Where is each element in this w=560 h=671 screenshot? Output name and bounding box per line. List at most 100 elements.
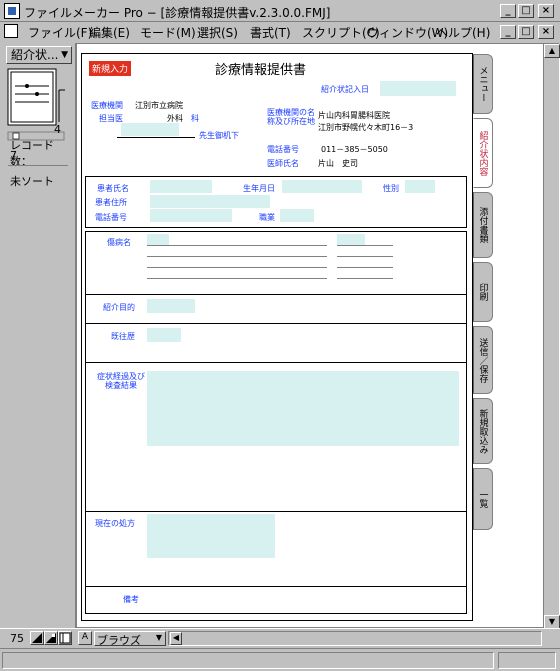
patient-phone-field[interactable] — [150, 209, 232, 222]
section-divider — [85, 323, 467, 324]
birthdate-field[interactable] — [282, 180, 362, 193]
title-bar: ファイルメーカー Pro − [診療情報提供書v.2.3.0.0.FMJ] _ … — [0, 0, 560, 22]
zoom-in-icon[interactable] — [44, 631, 58, 645]
patient-name-label: 患者氏名 — [97, 184, 129, 193]
disease-status-line-4 — [337, 278, 393, 279]
minimize-button[interactable]: _ — [500, 4, 516, 18]
sex-field[interactable] — [405, 180, 435, 193]
doctor-name-value[interactable]: 片山 史司 — [318, 158, 358, 169]
record-count: 7 — [10, 149, 17, 162]
institution-value[interactable]: 江別市立病院 — [135, 100, 183, 111]
disease-line-4 — [147, 278, 327, 279]
tab-send-save[interactable]: 送信／保存 — [473, 326, 493, 394]
mode-dropdown-label: ブラウズ — [97, 634, 141, 647]
department-suffix: 科 — [191, 114, 199, 123]
menu-help[interactable]: ヘルプ(H) — [436, 24, 490, 41]
sender-address[interactable]: 江別市野幌代々木町16－3 — [318, 122, 413, 133]
sender-name[interactable]: 片山内科胃腸科医院 — [318, 110, 390, 121]
doc-minimize-button[interactable]: _ — [500, 25, 516, 39]
tab-print[interactable]: 印刷 — [473, 262, 493, 322]
document-icon[interactable] — [4, 24, 18, 38]
menu-select[interactable]: 選択(S) — [197, 24, 238, 41]
patient-name-field[interactable] — [150, 180, 212, 193]
maximize-button[interactable]: □ — [518, 4, 534, 18]
disease-status-line-2 — [337, 256, 393, 257]
menu-file[interactable]: ファイル(F) — [28, 24, 92, 41]
doctor-name-label: 医師氏名 — [267, 159, 299, 168]
chevron-down-icon: ▼ — [61, 50, 68, 60]
new-entry-badge[interactable]: 新規入力 — [89, 61, 132, 76]
prescription-field[interactable] — [147, 514, 275, 558]
disease-line-2 — [147, 256, 327, 257]
tab-import-new[interactable]: 新規取込み — [473, 398, 493, 464]
occupation-label: 職業 — [259, 213, 275, 222]
status-bar: 75 A ブラウズ ▼ ◀ — [0, 628, 560, 648]
layout-area: 新規入力 診療情報提供書 紹介状記入日 医療機関 江別市立病院 担当医 外科 科… — [76, 43, 544, 628]
divider — [8, 165, 68, 166]
doc-close-button[interactable]: × — [538, 25, 554, 39]
purpose-label: 紹介目的 — [103, 303, 135, 312]
status-area-toggle-icon[interactable] — [58, 631, 72, 645]
section-divider — [85, 586, 467, 587]
horizontal-scrollbar[interactable]: ◀ — [168, 631, 542, 646]
sex-label: 性別 — [383, 184, 399, 193]
status-field-right — [498, 652, 556, 669]
attending-label: 担当医 — [99, 114, 123, 123]
history-field[interactable] — [147, 328, 181, 342]
intro-date-field[interactable] — [380, 81, 456, 96]
intro-date-label: 紹介状記入日 — [321, 85, 369, 94]
disease-status-line-3 — [337, 267, 393, 268]
layout-dropdown-label: 紹介状... — [11, 48, 59, 62]
purpose-field[interactable] — [147, 299, 195, 313]
chevron-down-icon: ▼ — [155, 633, 162, 642]
patient-phone-label: 電話番号 — [95, 213, 127, 222]
patient-address-label: 患者住所 — [95, 198, 127, 207]
section-divider — [85, 362, 467, 363]
disease-label: 傷病名 — [107, 238, 131, 247]
sender-name-label: 医療機関の名称及び所在地 — [267, 108, 315, 126]
windows-status-strip — [0, 648, 560, 671]
section-divider — [85, 511, 467, 512]
record-number: 4 — [54, 123, 61, 136]
disease-status-line-1 — [337, 245, 393, 246]
window-title: ファイルメーカー Pro − [診療情報提供書v.2.3.0.0.FMJ] — [24, 6, 331, 20]
course-label: 症状経過及び検査結果 — [97, 372, 145, 390]
zoom-out-icon[interactable] — [30, 631, 44, 645]
attending-doctor-field[interactable] — [121, 123, 179, 136]
tab-referral-contents[interactable]: 紹介状内容 — [473, 118, 493, 188]
phone-value[interactable]: 011－385－5050 — [321, 144, 388, 155]
tab-list[interactable]: 一覧 — [473, 468, 493, 530]
layout-dropdown[interactable]: 紹介状... ▼ — [6, 46, 72, 64]
menu-format[interactable]: 書式(T) — [250, 24, 291, 41]
disease-line-3 — [147, 267, 327, 268]
patient-address-field[interactable] — [150, 195, 270, 208]
phone-label: 電話番号 — [267, 145, 299, 154]
scroll-left-icon[interactable]: ◀ — [170, 632, 182, 645]
status-area: 紹介状... ▼ 4 レコード数： 7 未ソート — [0, 43, 76, 628]
menu-bar: ファイル(F) 編集(E) モード(M) 選択(S) 書式(T) スクリプト(C… — [0, 22, 560, 41]
mode-dropdown[interactable]: ブラウズ ▼ — [94, 631, 166, 647]
sort-status: 未ソート — [10, 175, 54, 188]
text-style-icon[interactable]: A — [78, 631, 92, 645]
doctor-suffix: 先生御机下 — [199, 131, 239, 140]
occupation-field[interactable] — [280, 209, 314, 222]
remarks-label: 備考 — [123, 595, 139, 604]
tab-attachments[interactable]: 添付書類 — [473, 192, 493, 258]
vertical-scrollbar[interactable]: ▲ ▼ — [543, 43, 560, 631]
section-divider — [85, 294, 467, 295]
app-icon[interactable] — [4, 3, 20, 19]
doc-restore-button[interactable]: □ — [518, 25, 534, 39]
birthdate-label: 生年月日 — [243, 184, 275, 193]
scroll-up-icon[interactable]: ▲ — [544, 44, 560, 58]
institution-label: 医療機関 — [91, 101, 123, 110]
course-field[interactable] — [147, 371, 459, 446]
zoom-level: 75 — [10, 632, 24, 645]
tab-menu[interactable]: メニュー — [473, 54, 493, 114]
menu-mode[interactable]: モード(M) — [140, 24, 196, 41]
attending-underline — [117, 137, 195, 138]
menu-edit[interactable]: 編集(E) — [89, 24, 130, 41]
scroll-down-icon[interactable]: ▼ — [544, 615, 560, 629]
disease-line-1 — [147, 245, 327, 246]
history-label: 既往歴 — [111, 332, 135, 341]
close-button[interactable]: × — [538, 4, 554, 18]
